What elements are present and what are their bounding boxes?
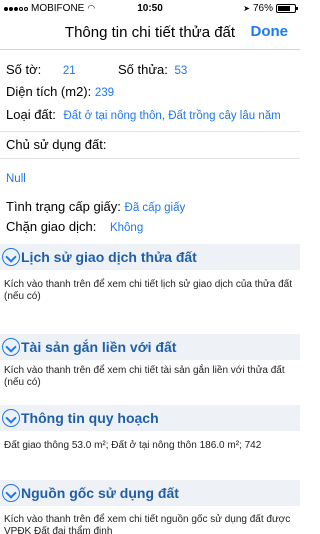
chevron-down-icon: [2, 409, 20, 427]
status-bar: MOBIFONE ◠ 10:50 ➤ 76%: [0, 0, 300, 18]
chevron-down-icon: [2, 338, 20, 356]
so-thua-row: Số thửa: 53: [118, 62, 187, 77]
chevron-down-icon: [2, 248, 20, 266]
tinh-trang-row: Tình trạng cấp giấy: Đã cấp giấy: [6, 199, 185, 214]
section-tai-san-gan-lien[interactable]: Tài sản gắn liền với đất: [0, 334, 300, 360]
section-description: Đất giao thông 53.0 m²; Đất ở tại nông t…: [4, 440, 262, 451]
section-thong-tin-quy-hoach[interactable]: Thông tin quy hoạch: [0, 405, 300, 431]
dien-tich-label: Diện tích (m2):: [6, 84, 92, 99]
section-description: Kích vào thanh trên để xem chi tiết tài …: [4, 365, 285, 388]
dien-tich-row: Diện tích (m2): 239: [6, 84, 114, 99]
section-title: Nguồn gốc sử dụng đất: [21, 485, 179, 501]
section-title: Tài sản gắn liền với đất: [21, 339, 177, 355]
navigation-bar: Thông tin chi tiết thửa đất Done: [0, 18, 300, 50]
done-button[interactable]: Done: [251, 23, 289, 40]
battery-percent: 76%: [252, 3, 273, 14]
section-description: Kích vào thanh trên để xem chi tiết nguồ…: [4, 514, 291, 534]
divider: [0, 158, 300, 159]
so-to-label: Số tờ:: [6, 62, 42, 77]
section-lich-su-giao-dich[interactable]: Lịch sử giao dịch thửa đất: [0, 244, 300, 270]
loai-dat-label: Loại đất:: [6, 107, 56, 122]
so-to-value: 21: [62, 65, 76, 77]
chan-giao-dich-value: Không: [109, 222, 144, 234]
chu-su-dung-value: Null: [6, 173, 26, 185]
section-title: Lịch sử giao dịch thửa đất: [21, 249, 197, 265]
section-title: Thông tin quy hoạch: [21, 410, 159, 426]
section-nguon-goc-su-dung[interactable]: Nguồn gốc sử dụng đất: [0, 480, 300, 506]
chu-su-dung-value-row: Null: [6, 170, 26, 185]
chu-su-dung-label: Chủ sử dụng đất:: [6, 137, 107, 152]
loai-dat-row: Loại đất: Đất ở tại nông thôn, Đất trồng…: [6, 107, 281, 122]
battery-icon: [276, 4, 298, 13]
location-icon: ➤: [243, 4, 250, 13]
tinh-trang-label: Tình trạng cấp giấy:: [6, 199, 121, 214]
chu-su-dung-row: Chủ sử dụng đất:: [6, 137, 107, 152]
chan-giao-dich-label: Chặn giao dịch:: [6, 219, 97, 234]
so-thua-label: Số thửa:: [118, 62, 168, 77]
chevron-down-icon: [2, 484, 20, 502]
dien-tich-value: 239: [94, 87, 115, 99]
so-to-row: Số tờ: 21: [6, 62, 76, 77]
status-right: ➤ 76%: [243, 3, 298, 14]
chan-giao-dich-row: Chặn giao dịch: Không: [6, 219, 143, 234]
tinh-trang-value: Đã cấp giấy: [124, 202, 186, 214]
divider: [0, 131, 300, 132]
section-description: Kích vào thanh trên để xem chi tiết lịch…: [4, 279, 292, 302]
loai-dat-value: Đất ở tại nông thôn, Đất trồng cây lâu n…: [63, 110, 281, 122]
so-thua-value: 53: [174, 65, 188, 77]
